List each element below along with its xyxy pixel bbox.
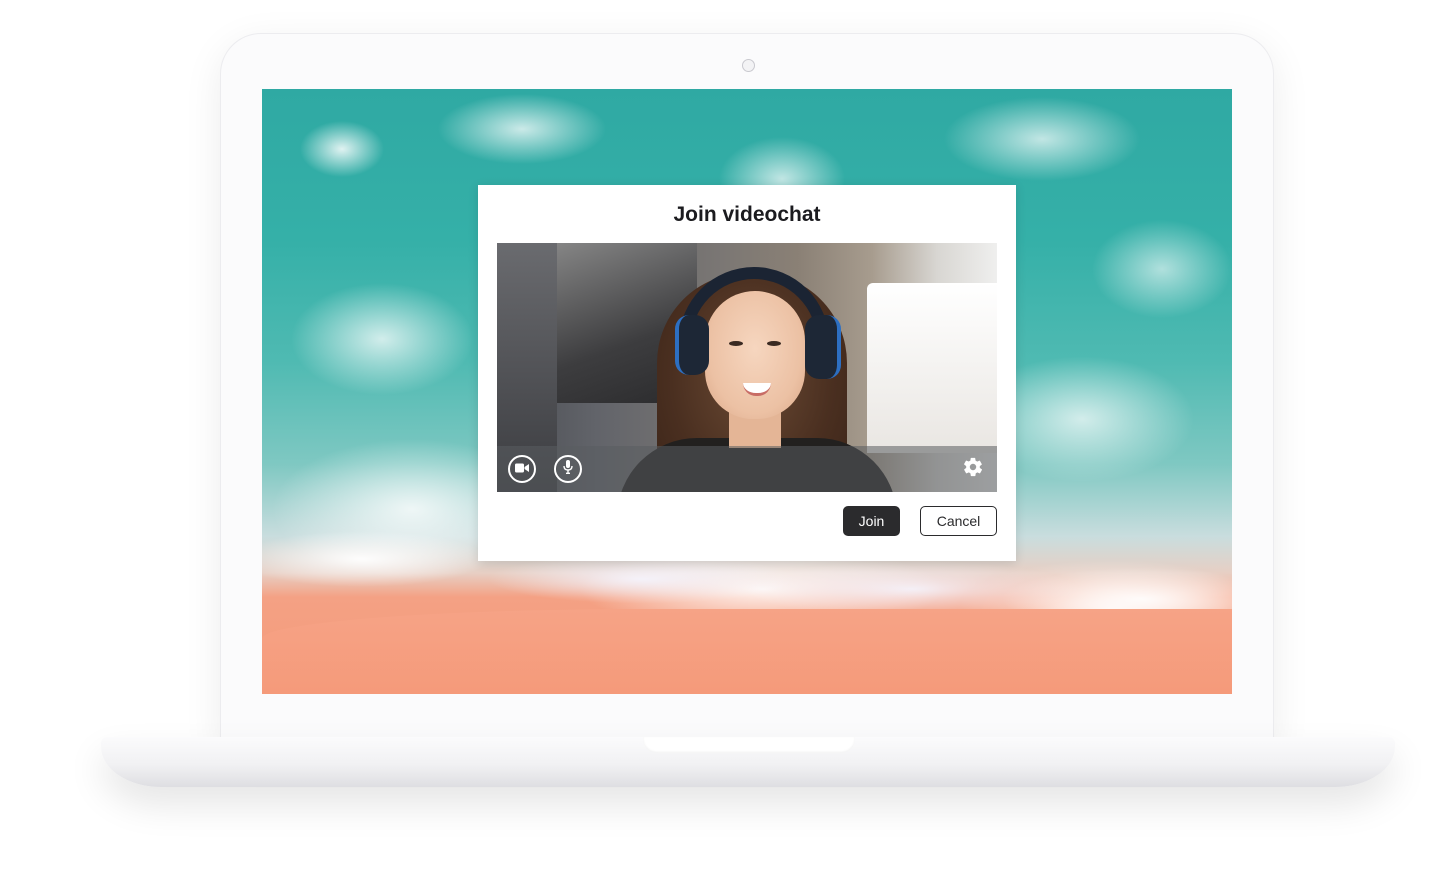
microphone-icon (563, 459, 573, 479)
cancel-button[interactable]: Cancel (920, 506, 997, 536)
microphone-toggle-button[interactable] (554, 455, 582, 483)
video-controls-bar (497, 446, 997, 492)
join-button[interactable]: Join (843, 506, 900, 536)
laptop-mockup: Join videochat Join Cancel (0, 0, 1433, 893)
laptop-notch (643, 737, 855, 753)
camera-toggle-button[interactable] (508, 455, 536, 483)
video-headphone-left (675, 315, 709, 375)
gear-icon (962, 456, 984, 483)
video-camera-icon (515, 460, 529, 478)
dialog-title: Join videochat (673, 203, 821, 226)
video-settings-button[interactable] (959, 455, 987, 483)
video-preview (497, 243, 997, 492)
video-headphone-right (805, 315, 841, 379)
webcam-dot (742, 59, 755, 72)
video-bg-light (867, 283, 997, 453)
desktop-screen: Join videochat Join Cancel (262, 89, 1232, 694)
wallpaper-sand (262, 609, 1232, 694)
join-videochat-dialog: Join videochat Join Cancel (478, 185, 1016, 561)
laptop-base (101, 737, 1395, 787)
laptop-lid: Join videochat Join Cancel (221, 34, 1273, 746)
